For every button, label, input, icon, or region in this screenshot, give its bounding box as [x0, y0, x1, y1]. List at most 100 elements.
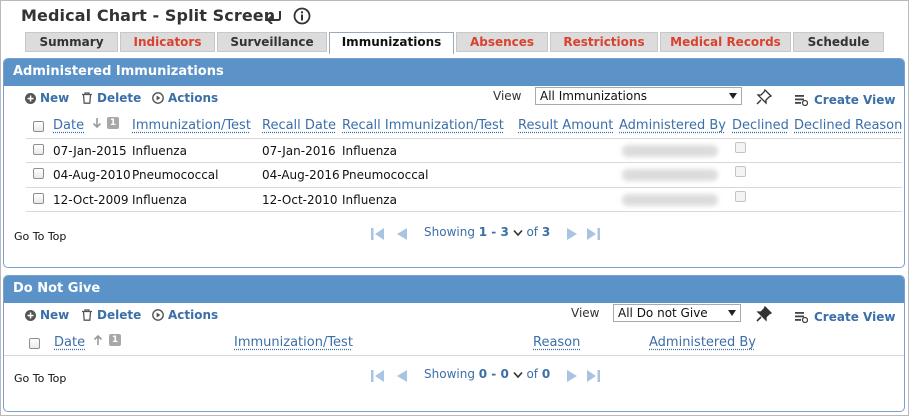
panel-title: Administered Immunizations: [4, 59, 904, 86]
delete-button[interactable]: Delete: [81, 308, 141, 322]
cell-recall-date: 04-Aug-2016: [262, 168, 340, 182]
tab-schedule[interactable]: Schedule: [793, 32, 884, 52]
new-button[interactable]: New: [25, 308, 69, 322]
view-select-value: All Immunizations: [540, 89, 648, 103]
column-header-declined-reason[interactable]: Declined Reason: [794, 118, 902, 133]
delete-label: Delete: [97, 308, 142, 322]
page-size-dropdown[interactable]: [513, 367, 527, 381]
chevron-down-icon: [729, 93, 737, 99]
row-checkbox[interactable]: [33, 193, 44, 204]
view-select[interactable]: All Do not Give: [613, 304, 741, 322]
select-all-checkbox[interactable]: [29, 338, 40, 349]
next-page-icon[interactable]: [564, 226, 580, 242]
trash-icon: [82, 92, 92, 104]
view-label: View: [493, 89, 522, 103]
tab-immunizations[interactable]: Immunizations: [329, 32, 454, 54]
column-header-recall-immunization-test[interactable]: Recall Immunization/Test: [342, 118, 504, 133]
play-circle-icon: [152, 92, 164, 104]
tab-medical-records[interactable]: Medical Records: [660, 32, 791, 52]
pagination-status: Showing 0 - 0 of 0: [424, 367, 550, 381]
create-view-label: Create View: [814, 310, 896, 324]
go-to-top-link[interactable]: Go To Top: [14, 230, 66, 243]
actions-button[interactable]: Actions: [152, 91, 218, 105]
info-icon[interactable]: [293, 7, 311, 25]
actions-label: Actions: [168, 308, 219, 322]
column-header-result-amount[interactable]: Result Amount: [518, 118, 613, 133]
tab-restrictions[interactable]: Restrictions: [550, 32, 658, 52]
delete-button[interactable]: Delete: [81, 91, 141, 105]
last-page-icon[interactable]: [585, 368, 601, 384]
of-label: of: [526, 225, 539, 239]
return-icon[interactable]: [264, 8, 284, 24]
page-size-dropdown[interactable]: [513, 225, 527, 239]
plus-circle-icon: [25, 92, 36, 104]
play-circle-icon: [152, 309, 164, 321]
tab-absences[interactable]: Absences: [456, 32, 548, 52]
header-divider: [4, 355, 904, 356]
sort-order-badge: 1: [109, 334, 121, 346]
redacted-name: [622, 145, 718, 157]
do-not-give-panel: Do Not Give New Delete Actions View All …: [3, 275, 905, 412]
first-page-icon[interactable]: [370, 368, 386, 384]
sort-order-badge: 1: [107, 117, 119, 129]
cell-recall-date: 12-Oct-2010: [262, 193, 338, 207]
create-view-button[interactable]: Create View: [795, 310, 895, 324]
chevron-down-icon: [513, 229, 523, 236]
chevron-down-icon: [728, 310, 736, 316]
declined-checkbox: [735, 142, 746, 153]
administered-immunizations-panel: Administered Immunizations New Delete Ac…: [3, 58, 905, 268]
cell-recall-immunization: Influenza: [342, 193, 397, 207]
tab-summary[interactable]: Summary: [25, 32, 118, 52]
sort-ascending-icon[interactable]: [92, 334, 104, 346]
tab-surveillance[interactable]: Surveillance: [217, 32, 327, 52]
column-header-reason[interactable]: Reason: [533, 335, 580, 350]
row-checkbox[interactable]: [33, 144, 44, 155]
list-settings-icon: [795, 311, 808, 323]
column-header-immunization-test[interactable]: Immunization/Test: [234, 335, 353, 350]
column-header-administered-by[interactable]: Administered By: [619, 118, 726, 133]
chevron-down-icon: [513, 371, 523, 378]
delete-label: Delete: [97, 91, 142, 105]
pin-icon[interactable]: [755, 88, 773, 106]
pin-icon[interactable]: [755, 305, 773, 323]
create-view-button[interactable]: Create View: [795, 93, 895, 107]
view-select[interactable]: All Immunizations: [535, 87, 742, 105]
page-total: 0: [541, 367, 551, 381]
select-all-checkbox[interactable]: [33, 121, 44, 132]
first-page-icon[interactable]: [370, 226, 386, 242]
last-page-icon[interactable]: [585, 226, 601, 242]
row-checkbox[interactable]: [33, 168, 44, 179]
pagination-status: Showing 1 - 3 of 3: [424, 225, 550, 239]
column-header-date[interactable]: Date: [53, 118, 84, 133]
column-header-declined[interactable]: Declined: [732, 118, 789, 133]
column-header-date[interactable]: Date: [54, 335, 85, 350]
view-select-value: All Do not Give: [618, 306, 708, 320]
view-label: View: [571, 306, 600, 320]
next-page-icon[interactable]: [564, 368, 580, 384]
new-label: New: [40, 308, 70, 322]
cell-immunization: Influenza: [132, 144, 187, 158]
column-header-administered-by[interactable]: Administered By: [649, 335, 756, 350]
previous-page-icon[interactable]: [394, 368, 410, 384]
of-label: of: [526, 367, 539, 381]
cell-date: 12-Oct-2009: [53, 193, 129, 207]
go-to-top-link[interactable]: Go To Top: [14, 372, 66, 385]
redacted-name: [622, 169, 718, 181]
page-total: 3: [541, 225, 551, 239]
cell-recall-immunization: Influenza: [342, 144, 397, 158]
row-divider: [26, 162, 902, 163]
previous-page-icon[interactable]: [394, 226, 410, 242]
page-title: Medical Chart - Split Screen: [21, 6, 276, 25]
actions-button[interactable]: Actions: [152, 308, 218, 322]
create-view-label: Create View: [814, 93, 896, 107]
row-divider: [26, 211, 902, 212]
new-button[interactable]: New: [25, 91, 69, 105]
cell-recall-date: 07-Jan-2016: [262, 144, 336, 158]
sort-descending-icon[interactable]: [91, 117, 103, 129]
column-header-immunization-test[interactable]: Immunization/Test: [132, 118, 251, 133]
list-settings-icon: [795, 94, 808, 106]
tab-indicators[interactable]: Indicators: [120, 32, 215, 52]
header-divider: [26, 138, 902, 139]
column-header-recall-date[interactable]: Recall Date: [262, 118, 336, 133]
new-label: New: [40, 91, 70, 105]
